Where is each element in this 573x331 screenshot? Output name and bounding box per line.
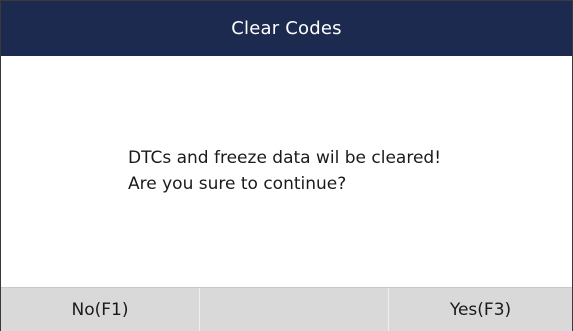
message-line-1: DTCs and freeze data wil be cleared! [128, 148, 442, 168]
confirmation-message: DTCs and freeze data wil be cleared! Are… [128, 145, 441, 197]
f2-button[interactable] [200, 288, 389, 331]
no-button[interactable]: No(F1) [1, 288, 200, 331]
page-title: Clear Codes [231, 18, 342, 39]
yes-button[interactable]: Yes(F3) [389, 288, 572, 331]
dialog-content: DTCs and freeze data wil be cleared! Are… [1, 56, 572, 287]
title-bar: Clear Codes [1, 1, 572, 56]
clear-codes-dialog: Clear Codes DTCs and freeze data wil be … [0, 0, 573, 331]
function-key-bar: No(F1) Yes(F3) [1, 287, 572, 331]
message-line-2: Are you sure to continue? [128, 174, 347, 194]
